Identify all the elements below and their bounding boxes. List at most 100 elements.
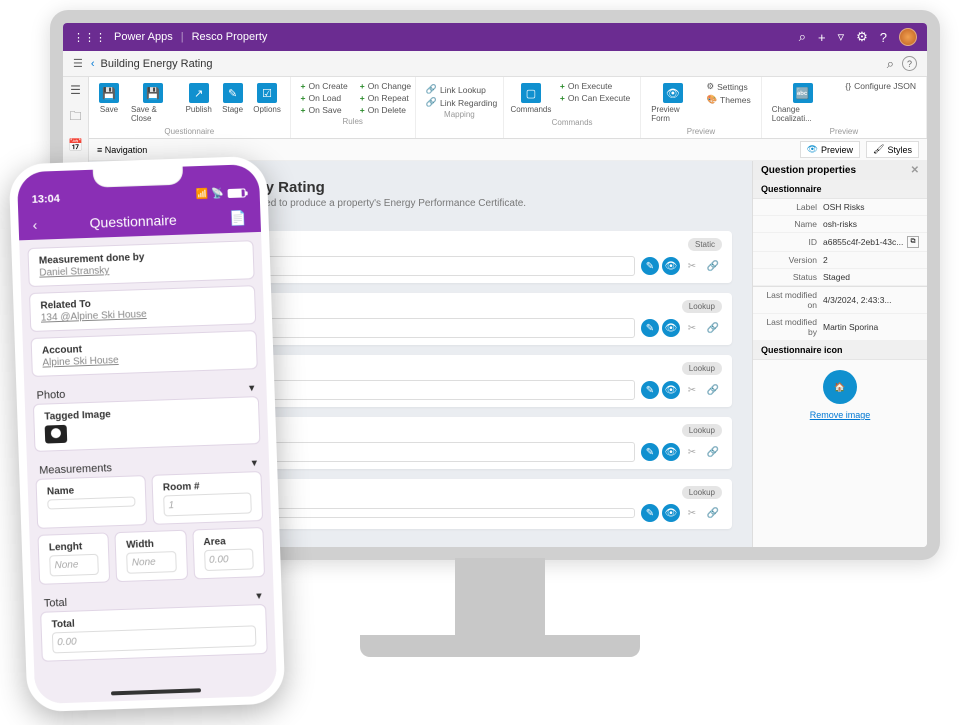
tool-icon[interactable]: ✂ <box>683 443 701 461</box>
measurement-field[interactable]: LenghtNone <box>37 532 110 584</box>
save-close-button[interactable]: 💾Save & Close <box>127 81 179 125</box>
link-icon[interactable]: 🔗 <box>704 257 722 275</box>
waffle-icon[interactable]: ⋮⋮⋮ <box>73 31 106 44</box>
chevron-down-icon[interactable]: ▾ <box>249 381 255 394</box>
form-field-card[interactable]: Related To134 @Alpine Ski House <box>29 285 256 332</box>
link-icon[interactable]: 🔗 <box>704 381 722 399</box>
rule-on-load[interactable]: +On Load <box>301 93 348 103</box>
group-label: Preview <box>647 127 755 136</box>
tagged-image-card[interactable]: Tagged Image <box>33 396 261 452</box>
rule-on-change[interactable]: +On Change <box>360 81 411 91</box>
question-type-tag: Lookup <box>682 300 722 313</box>
questionnaire-icon-preview[interactable]: 🏠 <box>823 370 857 404</box>
view-icon[interactable]: 👁 <box>662 504 680 522</box>
monitor-base <box>360 635 640 657</box>
measurement-field[interactable]: WidthNone <box>115 530 188 582</box>
plus-icon[interactable]: + <box>818 30 826 45</box>
property-row: Version2 <box>753 252 927 269</box>
measurement-field[interactable]: Room #1 <box>151 471 263 525</box>
info-icon[interactable]: ? <box>902 56 917 71</box>
change-localization-button[interactable]: 🔤Change Localizati... <box>768 81 838 125</box>
property-value[interactable]: OSH Risks <box>823 202 919 212</box>
group-label: Mapping <box>422 110 497 119</box>
close-icon[interactable]: ✕ <box>911 165 919 176</box>
properties-panel: Question properties✕ Questionnaire Label… <box>752 161 927 547</box>
preview-chip[interactable]: 👁Preview <box>800 141 860 158</box>
remove-image-link[interactable]: Remove image <box>753 410 927 420</box>
icon-section: Questionnaire icon <box>753 341 927 360</box>
view-icon[interactable]: 👁 <box>662 443 680 461</box>
chevron-down-icon[interactable]: ▾ <box>256 589 262 602</box>
property-value[interactable]: osh-risks <box>823 219 919 229</box>
filter-icon[interactable]: ▿ <box>838 29 845 45</box>
view-icon[interactable]: 👁 <box>662 319 680 337</box>
measurement-field[interactable]: Area0.00 <box>192 527 265 579</box>
phone-notch <box>93 165 184 188</box>
total-card[interactable]: Total 0.00 <box>40 604 268 662</box>
property-row: IDa6855c4f-2eb1-43c...⧉ <box>753 233 927 252</box>
form-field-card[interactable]: AccountAlpine Ski House <box>31 330 258 377</box>
search-icon[interactable]: ⌕ <box>799 29 806 45</box>
options-button[interactable]: ☑Options <box>251 81 284 116</box>
breadcrumb-title: Building Energy Rating <box>101 58 213 70</box>
publish-button[interactable]: ↗Publish <box>183 81 215 116</box>
avatar[interactable] <box>899 28 917 46</box>
rule-on-save[interactable]: +On Save <box>301 105 348 115</box>
property-row: StatusStaged <box>753 269 927 286</box>
section-total: Total <box>44 596 68 609</box>
phone-form-body[interactable]: Measurement done byDaniel StranskyRelate… <box>19 232 277 704</box>
link-regarding[interactable]: 🔗Link Regarding <box>426 97 493 108</box>
stage-button[interactable]: ✎Stage <box>219 81 247 116</box>
rule-on-repeat[interactable]: +On Repeat <box>360 93 411 103</box>
view-icon[interactable]: 👁 <box>662 257 680 275</box>
on-execute[interactable]: +On Execute <box>560 81 630 91</box>
signal-icons: 📶 📡 <box>196 187 246 200</box>
edit-icon[interactable]: ✎ <box>641 257 659 275</box>
rule-on-delete[interactable]: +On Delete <box>360 105 411 115</box>
property-row: Last modified on4/3/2024, 2:43:3... <box>753 287 927 314</box>
save-button[interactable]: 💾Save <box>95 81 123 116</box>
copy-icon[interactable]: ⧉ <box>907 236 919 248</box>
sidebar-calendar-icon[interactable]: 📅 <box>68 138 83 152</box>
phone-menu-icon[interactable]: 📄 <box>229 209 247 227</box>
view-icon[interactable]: 👁 <box>662 381 680 399</box>
themes-btn[interactable]: 🎨Themes <box>706 94 750 105</box>
property-value[interactable]: 2 <box>823 255 919 265</box>
tool-icon[interactable]: ✂ <box>683 504 701 522</box>
rule-on-create[interactable]: +On Create <box>301 81 348 91</box>
nav-panel-label[interactable]: ≡ Navigation <box>97 145 147 155</box>
gear-icon[interactable]: ⚙ <box>856 29 868 45</box>
hamburger-icon[interactable]: ☰ <box>73 57 83 70</box>
edit-icon[interactable]: ✎ <box>641 504 659 522</box>
group-label: Commands <box>510 118 634 127</box>
preview-form-button[interactable]: 👁Preview Form <box>647 81 698 125</box>
tool-icon[interactable]: ✂ <box>683 319 701 337</box>
edit-icon[interactable]: ✎ <box>641 443 659 461</box>
edit-icon[interactable]: ✎ <box>641 319 659 337</box>
tool-icon[interactable]: ✂ <box>683 257 701 275</box>
search-icon[interactable]: ⌕ <box>887 56 894 72</box>
sidebar-menu-icon[interactable]: ☰ <box>70 83 81 97</box>
chevron-down-icon[interactable]: ▾ <box>251 456 257 469</box>
styles-chip[interactable]: 🖌Styles <box>866 141 919 158</box>
tool-icon[interactable]: ✂ <box>683 381 701 399</box>
back-icon[interactable]: ‹ <box>91 58 95 70</box>
link-lookup[interactable]: 🔗Link Lookup <box>426 84 493 95</box>
sidebar-folder-icon[interactable]: 🗀 <box>69 107 81 128</box>
form-field-card[interactable]: Measurement done byDaniel Stransky <box>27 240 254 287</box>
property-value[interactable]: a6855c4f-2eb1-43c... <box>823 237 904 247</box>
edit-icon[interactable]: ✎ <box>641 381 659 399</box>
camera-icon[interactable] <box>45 425 68 444</box>
property-value[interactable]: Staged <box>823 272 919 282</box>
link-icon[interactable]: 🔗 <box>704 504 722 522</box>
settings-btn[interactable]: ⚙Settings <box>706 81 750 92</box>
help-icon[interactable]: ? <box>880 30 887 45</box>
configure-json[interactable]: {}Configure JSON <box>845 81 916 91</box>
link-icon[interactable]: 🔗 <box>704 319 722 337</box>
commands-button[interactable]: ▢Commands <box>510 81 552 116</box>
ribbon: 💾Save 💾Save & Close ↗Publish ✎Stage ☑Opt… <box>89 77 927 139</box>
app-name: Power Apps <box>114 31 173 43</box>
measurement-field[interactable]: Name <box>35 475 147 529</box>
link-icon[interactable]: 🔗 <box>704 443 722 461</box>
on-can-execute[interactable]: +On Can Execute <box>560 93 630 103</box>
